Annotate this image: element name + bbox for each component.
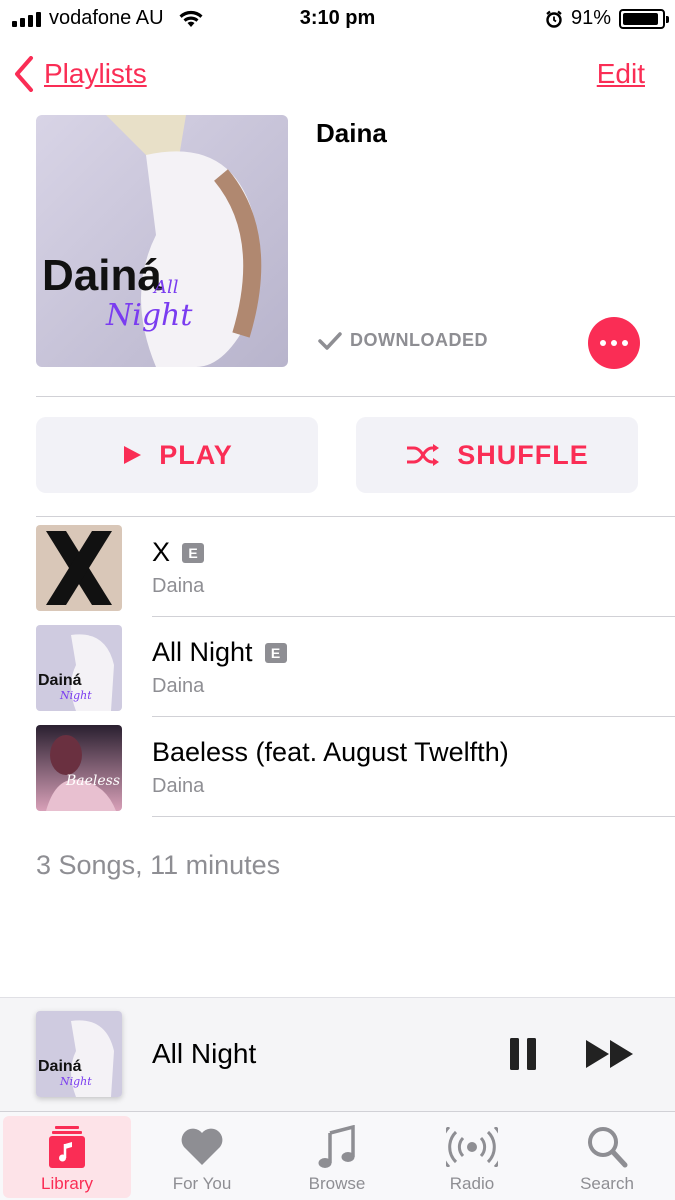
shuffle-label: SHUFFLE bbox=[457, 439, 589, 470]
tab-label: Radio bbox=[449, 1174, 495, 1193]
track-artwork bbox=[36, 525, 122, 611]
ellipsis-icon bbox=[600, 340, 606, 346]
carrier-name: vodafone AU bbox=[49, 7, 164, 29]
back-label: Playlists bbox=[44, 58, 147, 89]
track-title: Baeless (feat. August Twelfth) bbox=[152, 737, 509, 768]
svg-text:Dainá: Dainá bbox=[38, 672, 82, 689]
pause-button[interactable] bbox=[508, 1036, 538, 1072]
track-artist: Daina bbox=[152, 575, 205, 597]
track-title-text: Baeless (feat. August Twelfth) bbox=[152, 737, 509, 767]
battery-percent: 91% bbox=[570, 7, 611, 29]
tab-label: For You bbox=[172, 1174, 232, 1193]
play-label: PLAY bbox=[159, 439, 233, 470]
navigation-bar: Playlists Edit bbox=[0, 52, 675, 102]
track-row[interactable]: Baeless Baeless (feat. August Twelfth) D… bbox=[36, 717, 675, 817]
library-icon bbox=[49, 1126, 85, 1168]
checkmark-icon bbox=[318, 331, 342, 350]
search-icon bbox=[588, 1127, 628, 1168]
alarm-icon bbox=[546, 10, 562, 28]
svg-text:All: All bbox=[152, 277, 179, 298]
divider bbox=[36, 396, 675, 397]
mini-player[interactable]: Dainá Night All Night bbox=[0, 997, 675, 1111]
back-button[interactable]: Playlists bbox=[14, 56, 147, 92]
track-artist: Daina bbox=[152, 675, 205, 697]
divider bbox=[152, 816, 675, 817]
tab-library[interactable]: Library bbox=[3, 1116, 131, 1198]
explicit-badge: E bbox=[264, 642, 287, 663]
heart-icon bbox=[181, 1128, 223, 1165]
track-artist: Daina bbox=[152, 775, 205, 797]
playlist-artwork: Dainá Night All bbox=[36, 115, 288, 367]
chevron-left-icon bbox=[15, 56, 33, 92]
downloaded-status: DOWNLOADED bbox=[318, 330, 488, 351]
svg-text:Dainá: Dainá bbox=[38, 1058, 82, 1075]
track-title-text: X bbox=[152, 537, 171, 567]
status-bar: vodafone AU 3:10 pm 91% bbox=[0, 0, 675, 40]
now-playing-title: All Night bbox=[152, 1038, 257, 1069]
track-title-text: All Night bbox=[152, 637, 253, 667]
play-icon bbox=[124, 446, 142, 464]
more-options-button[interactable] bbox=[588, 317, 640, 369]
playlist-title: Daina bbox=[316, 118, 387, 148]
tab-search[interactable]: Search bbox=[543, 1116, 671, 1198]
wifi-icon bbox=[179, 10, 203, 27]
tab-label: Search bbox=[580, 1174, 634, 1193]
radio-icon bbox=[446, 1127, 498, 1167]
tab-bar: Library For You Browse Radio Search bbox=[0, 1111, 675, 1200]
edit-button[interactable]: Edit bbox=[597, 58, 645, 90]
tab-for-you[interactable]: For You bbox=[138, 1116, 266, 1198]
playlist-summary: 3 Songs, 11 minutes bbox=[36, 850, 281, 880]
play-button[interactable]: PLAY bbox=[36, 417, 318, 493]
next-track-button[interactable] bbox=[584, 1038, 636, 1070]
tab-radio[interactable]: Radio bbox=[408, 1116, 536, 1198]
battery-fill bbox=[623, 12, 658, 25]
downloaded-label: DOWNLOADED bbox=[350, 330, 488, 350]
track-row[interactable]: X E Daina bbox=[36, 517, 675, 617]
explicit-badge: E bbox=[182, 542, 205, 563]
tab-browse[interactable]: Browse bbox=[273, 1116, 401, 1198]
track-artwork: Baeless bbox=[36, 725, 122, 811]
svg-text:Night: Night bbox=[59, 1075, 92, 1088]
track-title: All Night E bbox=[152, 637, 287, 668]
battery-icon bbox=[619, 8, 669, 29]
shuffle-button[interactable]: SHUFFLE bbox=[356, 417, 638, 493]
svg-text:Dainá: Dainá bbox=[42, 251, 162, 300]
svg-text:Baeless: Baeless bbox=[65, 773, 120, 789]
svg-text:Night: Night bbox=[59, 689, 92, 702]
music-note-icon bbox=[318, 1125, 355, 1168]
now-playing-artwork: Dainá Night bbox=[36, 1011, 122, 1097]
track-row[interactable]: Dainá Night All Night E Daina bbox=[36, 617, 675, 717]
shuffle-icon bbox=[407, 444, 440, 466]
track-artwork: Dainá Night bbox=[36, 625, 122, 711]
tab-label: Library bbox=[41, 1174, 93, 1193]
cellular-signal-icon bbox=[12, 11, 41, 27]
track-title: X E bbox=[152, 537, 205, 568]
tab-label: Browse bbox=[308, 1174, 366, 1193]
svg-text:Night: Night bbox=[105, 298, 193, 333]
